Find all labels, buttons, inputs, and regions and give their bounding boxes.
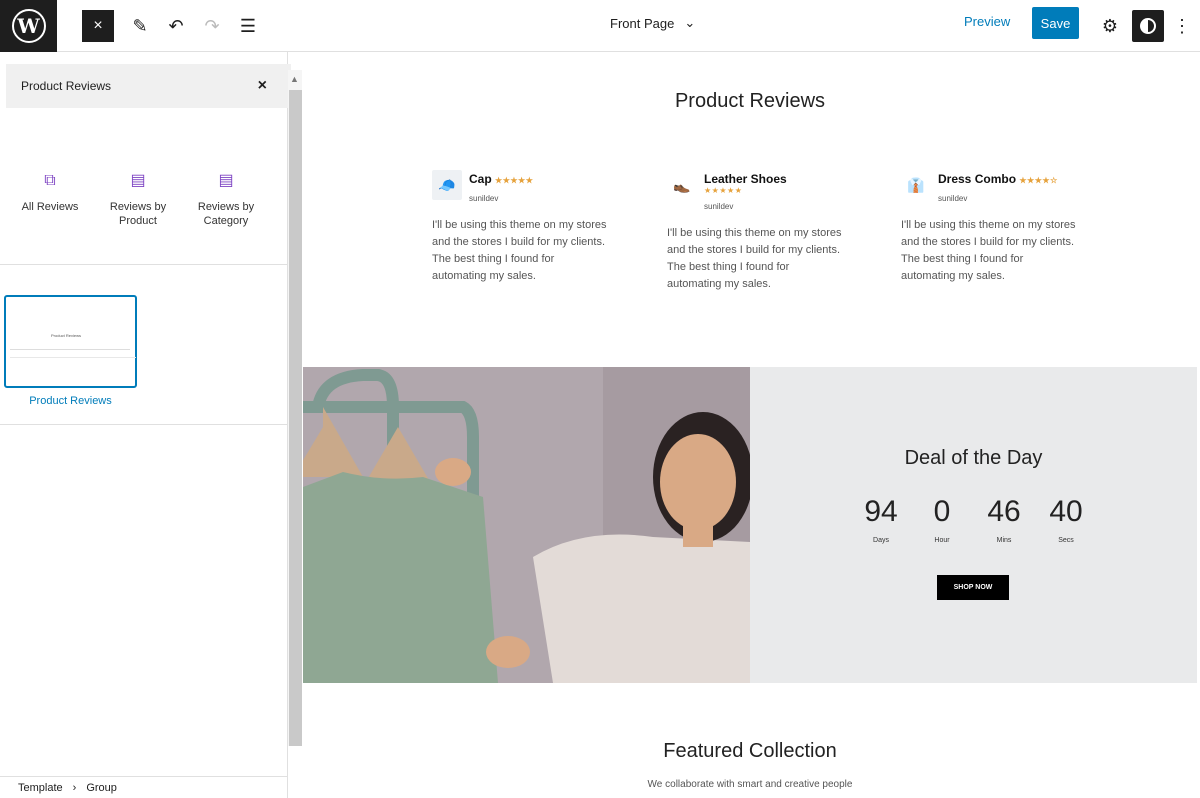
block-inserter-sidebar: Product Reviews × ⧉ All Reviews ▤ Review… (0, 52, 291, 798)
review-product-name: Leather Shoes (704, 172, 787, 186)
countdown-days: 94 Days (850, 495, 912, 544)
featured-collection-subtitle[interactable]: We collaborate with smart and creative p… (303, 779, 1197, 790)
countdown-value: 46 (987, 495, 1021, 528)
editor-toolbar: W × ✎ ↶ ↷ ☰ Front Page ⌄ Preview Save ⚙ … (0, 0, 1200, 52)
review-text: I'll be using this theme on my stores an… (432, 219, 607, 282)
countdown-label: Days (873, 537, 889, 544)
preview-line (10, 357, 136, 358)
countdown-label: Secs (1058, 537, 1074, 544)
reviews-heading[interactable]: Product Reviews (303, 90, 1197, 113)
all-reviews-icon: ⧉ (44, 172, 56, 189)
edit-pencil-icon[interactable]: ✎ (124, 10, 156, 42)
review-product-name: Cap ★★★★★ (469, 172, 533, 186)
pattern-preview-title: Product Reviews (51, 333, 82, 338)
deal-title: Deal of the Day (904, 447, 1043, 469)
preview-line (10, 349, 130, 350)
preview-button[interactable]: Preview (964, 14, 1010, 29)
countdown-label: Hour (934, 537, 950, 544)
block-label: Reviews by Product (109, 201, 167, 227)
pattern-preview[interactable]: Product Reviews (4, 295, 137, 388)
countdown-label: Mins (996, 537, 1012, 544)
scrollbar-thumb[interactable] (289, 90, 302, 746)
breadcrumb: Template › Group (0, 776, 288, 798)
shop-now-button[interactable]: SHOP NOW (937, 575, 1009, 600)
reviews-by-product-icon: ▤ (130, 172, 146, 189)
dress-thumbnail: 👔 (901, 170, 931, 200)
document-title-dropdown[interactable]: Front Page ⌄ (610, 15, 695, 31)
wordpress-logo-icon[interactable]: W (0, 0, 57, 52)
styles-icon[interactable] (1132, 10, 1164, 42)
scroll-up-icon[interactable]: ▲ (290, 74, 299, 84)
breadcrumb-item-group[interactable]: Group (86, 782, 117, 794)
breadcrumb-item-template[interactable]: Template (18, 782, 63, 794)
rating-stars-text: ★★★★★ (704, 186, 743, 195)
cap-thumbnail: 🧢 (432, 170, 462, 200)
review-text: I'll be using this theme on my stores an… (667, 227, 842, 290)
countdown-value: 0 (933, 495, 951, 528)
redo-icon[interactable]: ↷ (196, 10, 228, 42)
review-user: sunildev (469, 194, 499, 203)
block-all-reviews[interactable]: ⧉ All Reviews (5, 172, 95, 214)
block-reviews-by-category[interactable]: ▤ Reviews by Category (181, 172, 271, 228)
editor-canvas: Product Reviews 🧢 Cap ★★★★★ sunildev I'l… (303, 52, 1197, 798)
review-user: sunildev (704, 202, 734, 211)
countdown-value: 94 (864, 495, 898, 528)
shoes-thumbnail: 👞 (667, 170, 697, 200)
more-options-icon[interactable]: ⋮ (1166, 10, 1198, 42)
block-reviews-by-product[interactable]: ▤ Reviews by Product (93, 172, 183, 228)
rating-stars: ★★★★☆ (1019, 176, 1058, 185)
clear-search-icon[interactable]: × (258, 77, 267, 95)
reviews-by-category-icon: ▤ (218, 172, 234, 189)
review-user: sunildev (938, 194, 968, 203)
search-value: Product Reviews (21, 79, 112, 93)
countdown-hours: 0 Hour (911, 495, 973, 544)
product-name: Dress Combo (938, 172, 1017, 186)
hero-photo[interactable] (303, 367, 750, 683)
countdown-mins: 46 Mins (973, 495, 1035, 544)
featured-collection-heading[interactable]: Featured Collection (303, 740, 1197, 763)
chevron-down-icon: ⌄ (684, 15, 696, 30)
rating-stars: ★★★★★ (704, 186, 742, 195)
settings-gear-icon[interactable]: ⚙ (1094, 10, 1126, 42)
document-title: Front Page (610, 15, 675, 31)
product-name: Leather Shoes (704, 172, 787, 186)
undo-icon[interactable]: ↶ (160, 10, 192, 42)
chevron-right-icon: › (72, 781, 77, 794)
divider (0, 264, 288, 265)
save-button[interactable]: Save (1032, 7, 1079, 39)
sidebar-scrollbar[interactable]: ▲ (288, 70, 302, 746)
rating-stars: ★★★★★ (495, 176, 534, 185)
woman-clothing-rack-illustration (303, 367, 750, 683)
review-product-name: Dress Combo ★★★★☆ (938, 172, 1058, 186)
product-name: Cap (469, 172, 492, 186)
countdown-secs: 40 Secs (1035, 495, 1097, 544)
block-search-input[interactable]: Product Reviews × (6, 64, 291, 108)
block-label: All Reviews (21, 201, 79, 213)
review-text: I'll be using this theme on my stores an… (901, 219, 1076, 282)
list-view-icon[interactable]: ☰ (232, 10, 264, 42)
countdown-value: 40 (1049, 495, 1083, 528)
divider (0, 424, 288, 425)
deal-of-the-day-section[interactable]: Deal of the Day 94 Days 0 Hour 46 Mins 4… (750, 367, 1197, 683)
block-label: Reviews by Category (197, 201, 255, 227)
pattern-label[interactable]: Product Reviews (4, 395, 137, 407)
close-icon[interactable]: × (82, 10, 114, 42)
